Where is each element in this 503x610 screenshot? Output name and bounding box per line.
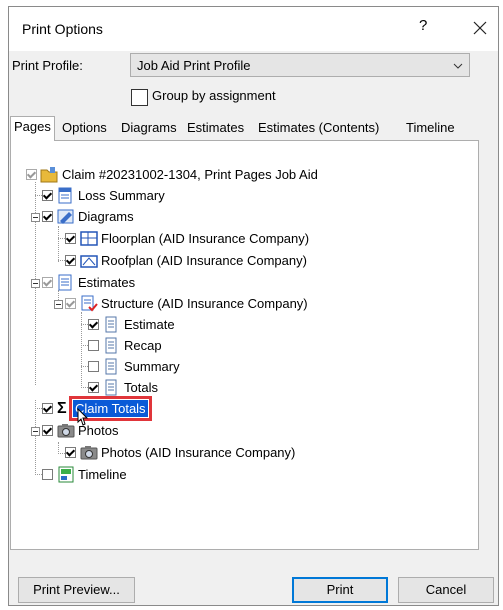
checkbox[interactable] — [42, 211, 53, 222]
checkbox[interactable] — [26, 169, 37, 180]
timeline-icon — [57, 466, 75, 483]
tree-label: Photos — [78, 423, 119, 438]
tree-label: Recap — [124, 338, 162, 353]
group-by-assignment-checkbox[interactable] — [131, 89, 148, 106]
tree-label: Roofplan (AID Insurance Company) — [101, 253, 307, 268]
tab-options[interactable]: Options — [59, 118, 110, 140]
tree-label: Claim #20231002-1304, Print Pages Job Ai… — [62, 167, 318, 182]
checkbox[interactable] — [42, 425, 53, 436]
tree-label: Floorplan (AID Insurance Company) — [101, 231, 310, 246]
folder-icon — [40, 166, 58, 183]
checkbox[interactable] — [65, 298, 76, 309]
tab-pages[interactable]: Pages — [10, 116, 55, 141]
print-button[interactable]: Print — [292, 577, 388, 603]
checkbox[interactable] — [88, 382, 99, 393]
dialog-title: Print Options — [22, 21, 103, 37]
diagram-icon — [57, 208, 75, 225]
tree-guide — [35, 474, 42, 475]
chevron-down-icon — [453, 59, 463, 74]
floorplan-icon — [80, 230, 98, 247]
roofplan-icon — [80, 252, 98, 269]
tree-label: Estimate — [124, 317, 175, 332]
document-icon — [57, 187, 75, 204]
tree-guide — [35, 195, 42, 196]
checkbox[interactable] — [42, 190, 53, 201]
tree-guide — [81, 366, 88, 367]
tree-guide — [58, 453, 65, 454]
tab-diagrams[interactable]: Diagrams — [118, 118, 180, 140]
close-icon — [473, 21, 487, 35]
tree-guide — [58, 238, 65, 239]
cancel-button[interactable]: Cancel — [398, 577, 494, 603]
tree-label: Totals — [124, 380, 158, 395]
tab-timeline[interactable]: Timeline — [403, 118, 458, 140]
print-profile-value: Job Aid Print Profile — [137, 58, 251, 73]
tree-label: Diagrams — [78, 209, 134, 224]
print-preview-button[interactable]: Print Preview... — [18, 577, 135, 603]
checkbox[interactable] — [42, 403, 53, 414]
tree-label: Estimates — [78, 275, 136, 290]
camera-icon — [80, 444, 98, 461]
page-icon — [103, 316, 121, 333]
print-profile-select[interactable]: Job Aid Print Profile — [130, 53, 470, 77]
collapse-toggle[interactable] — [31, 279, 40, 288]
camera-icon — [57, 422, 75, 439]
checkbox[interactable] — [65, 233, 76, 244]
checkbox[interactable] — [42, 277, 53, 288]
tab-estimates-contents[interactable]: Estimates (Contents) — [255, 118, 382, 140]
collapse-toggle[interactable] — [31, 213, 40, 222]
checkbox[interactable] — [88, 361, 99, 372]
collapse-toggle[interactable] — [31, 427, 40, 436]
checkbox[interactable] — [65, 447, 76, 458]
close-button[interactable] — [465, 13, 495, 43]
tree-label: Loss Summary — [78, 188, 165, 203]
tree-guide — [58, 260, 65, 261]
tree-label: Photos (AID Insurance Company) — [101, 445, 296, 460]
tree-guide — [35, 400, 36, 475]
tree-label: Summary — [124, 359, 180, 374]
checkbox[interactable] — [65, 255, 76, 266]
page-icon — [103, 358, 121, 375]
tree-label: Timeline — [78, 467, 127, 482]
estimate-folder-icon — [57, 274, 75, 291]
tree-guide — [58, 226, 59, 262]
tab-estimates[interactable]: Estimates — [184, 118, 247, 140]
tree-label: Structure (AID Insurance Company) — [101, 296, 308, 311]
checkbox[interactable] — [42, 469, 53, 480]
tree-guide — [81, 387, 88, 388]
structure-estimate-icon — [80, 295, 98, 312]
tree-guide — [81, 345, 88, 346]
page-icon — [103, 337, 121, 354]
tree-guide — [81, 324, 88, 325]
page-icon — [103, 379, 121, 396]
checkbox[interactable] — [88, 340, 99, 351]
checkbox[interactable] — [88, 319, 99, 330]
collapse-toggle[interactable] — [54, 300, 63, 309]
title-bar: Print Options ? — [9, 7, 498, 51]
help-button[interactable]: ? — [419, 17, 427, 34]
tree-guide — [35, 408, 42, 409]
print-profile-label: Print Profile: — [12, 58, 83, 73]
group-by-assignment-label[interactable]: Group by assignment — [152, 88, 276, 103]
